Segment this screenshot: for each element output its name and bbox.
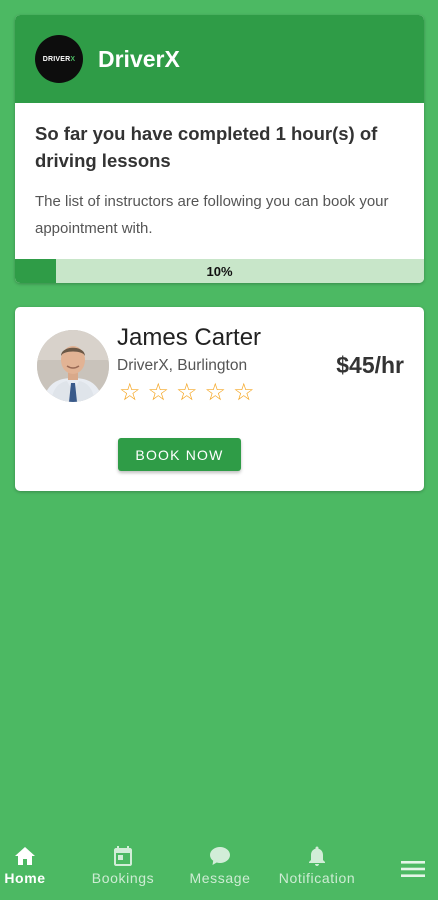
home-icon — [15, 847, 35, 865]
instructor-card[interactable]: James Carter DriverX, Burlington $45/hr … — [15, 307, 424, 491]
nav-bookings[interactable]: Bookings — [84, 844, 162, 900]
chat-bubble-icon — [210, 847, 230, 865]
instructor-location: DriverX, Burlington — [117, 357, 248, 374]
star-outline-icon: ☆ — [119, 379, 141, 406]
nav-home[interactable]: Home — [0, 844, 50, 900]
progress-description: The list of instructors are following yo… — [35, 193, 389, 237]
nav-message[interactable]: Message — [183, 844, 257, 900]
nav-bookings-label: Bookings — [91, 870, 155, 886]
logo-text-accent: X — [70, 55, 76, 63]
logo-text: DRIVER — [42, 55, 71, 63]
instructor-rate: $45/hr — [336, 352, 404, 378]
progress-card: DRIVER X DriverX So far you have complete… — [15, 15, 424, 283]
app-header: DRIVER X DriverX — [15, 15, 424, 103]
star-outline-icon: ☆ — [176, 379, 198, 406]
star-outline-icon: ☆ — [233, 379, 255, 406]
progress-title: So far you have completed 1 hour(s) of d… — [35, 123, 378, 171]
star-outline-icon: ☆ — [147, 379, 170, 406]
nav-message-label: Message — [189, 870, 251, 886]
hamburger-menu-icon[interactable] — [401, 858, 425, 880]
nav-notification[interactable]: Notification — [270, 844, 364, 900]
driverx-logo: DRIVER X — [35, 35, 83, 83]
bottom-navigation: Home Bookings Message Notification — [0, 844, 438, 900]
progress-percent: 10% — [206, 263, 233, 279]
calendar-icon — [114, 846, 132, 866]
bell-icon — [309, 846, 325, 866]
rating-stars: ☆ ☆ ☆ ☆ ☆ — [119, 380, 262, 406]
star-outline-icon: ☆ — [204, 379, 227, 406]
instructor-avatar — [37, 330, 109, 402]
instructor-name: James Carter — [117, 324, 262, 351]
progress-bar: 10% — [15, 259, 424, 283]
app-title: DriverX — [98, 45, 180, 72]
nav-home-label: Home — [4, 870, 46, 886]
book-now-button[interactable]: BOOK NOW — [118, 438, 241, 471]
nav-notification-label: Notification — [278, 870, 356, 886]
